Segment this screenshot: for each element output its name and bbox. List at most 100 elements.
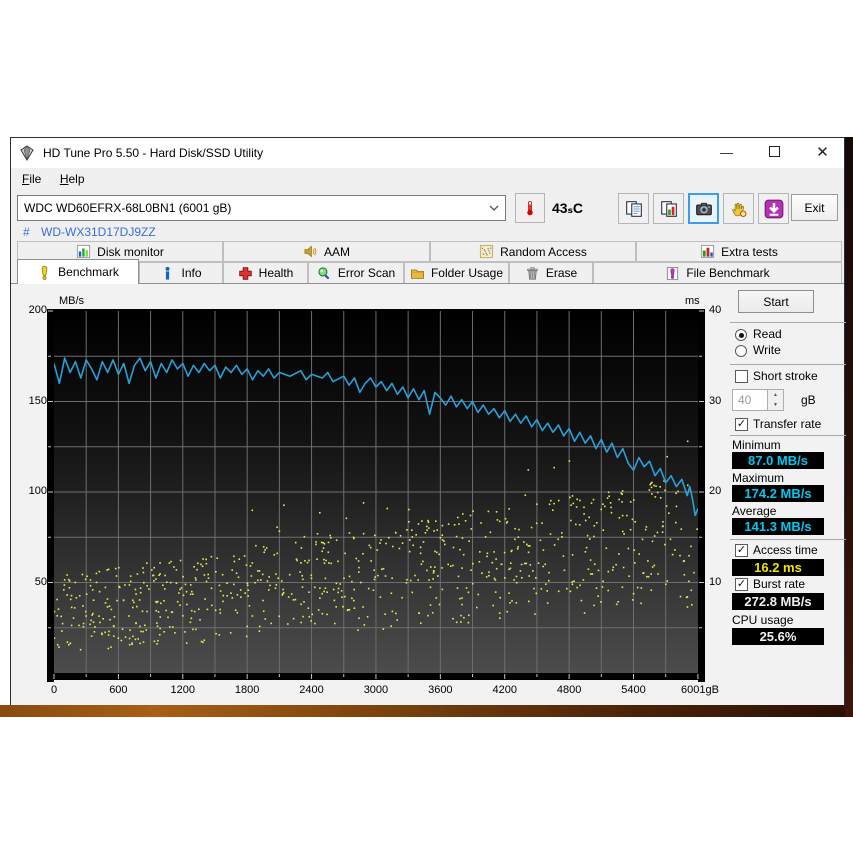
access-time-value: 16.2 ms — [732, 559, 824, 576]
window-title: HD Tune Pro 5.50 - Hard Disk/SSD Utility — [43, 146, 264, 160]
tab-benchmark[interactable]: Benchmark — [17, 259, 139, 284]
x-tick: 4200 — [492, 684, 517, 696]
folder-icon — [410, 266, 425, 281]
tab-folder-usage[interactable]: Folder Usage — [404, 262, 509, 284]
x-tick-end: 6001gB — [681, 684, 719, 696]
y-left-tick: 100 — [28, 485, 47, 497]
save-health-button[interactable] — [723, 193, 754, 224]
short-stroke-label[interactable]: Short stroke — [753, 369, 818, 383]
x-tick: 1200 — [170, 684, 195, 696]
drive-select-value: WDC WD60EFRX-68L0BN1 (6001 gB) — [24, 201, 232, 215]
temperature-button[interactable] — [515, 193, 545, 223]
benchmark-icon — [37, 265, 52, 280]
tab-health-label: Health — [258, 266, 294, 280]
y-right-tick: 30 — [709, 394, 722, 407]
tab-random-access-label: Random Access — [500, 244, 587, 259]
transfer-rate-checkbox[interactable] — [735, 418, 748, 431]
tab-aam-label: AAM — [323, 244, 350, 259]
tab-health[interactable]: Health — [223, 262, 308, 284]
tab-extra-tests-label: Extra tests — [721, 244, 778, 259]
screenshot-button[interactable] — [688, 193, 719, 224]
drive-serial[interactable]: WD-WX31D17DJ9ZZ — [41, 225, 156, 239]
y-right-unit: ms — [685, 295, 700, 307]
x-tick: 0 — [50, 684, 58, 696]
close-button[interactable]: ✕ — [807, 138, 838, 167]
tab-error-scan-label: Error Scan — [337, 266, 396, 280]
health-icon — [238, 266, 253, 281]
maximum-label: Maximum — [732, 471, 785, 485]
maximize-button[interactable] — [759, 138, 790, 167]
tab-aam[interactable]: AAM — [223, 241, 430, 262]
tab-extra-tests[interactable]: Extra tests — [636, 241, 842, 262]
speaker-icon — [303, 244, 318, 259]
write-radio[interactable] — [735, 345, 747, 357]
menu-file[interactable]: File — [15, 168, 48, 191]
read-radio[interactable] — [735, 329, 747, 341]
divider — [730, 539, 846, 540]
x-tick: 5400 — [621, 684, 646, 696]
extra-tests-icon — [700, 244, 715, 259]
stepper-down-icon[interactable]: ▼ — [768, 400, 783, 410]
tab-info[interactable]: Info — [139, 262, 223, 284]
tab-random-access[interactable]: Random Access — [430, 241, 636, 262]
menu-help-label: Help — [59, 172, 85, 186]
tab-info-label: Info — [181, 266, 202, 280]
update-button[interactable] — [758, 193, 789, 224]
thermometer-icon — [522, 200, 538, 216]
short-stroke-unit: gB — [801, 393, 816, 407]
app-logo-icon — [19, 145, 35, 161]
y-left-tick: 150 — [28, 394, 47, 407]
tab-file-benchmark[interactable]: File Benchmark — [593, 262, 842, 284]
write-radio-label[interactable]: Write — [753, 343, 781, 357]
access-time-checkbox[interactable] — [735, 544, 748, 557]
burst-rate-value: 272.8 MB/s — [732, 593, 824, 610]
hand-icon — [730, 200, 748, 218]
copy-image-button[interactable] — [653, 193, 684, 224]
cpu-usage-value: 25.6% — [732, 628, 824, 645]
short-stroke-size-stepper[interactable]: 40 ▲ ▼ — [732, 389, 784, 411]
start-button[interactable]: Start — [738, 290, 814, 313]
read-radio-label[interactable]: Read — [753, 327, 782, 341]
y-left-unit: MB/s — [59, 295, 85, 307]
copy-image-icon — [660, 200, 678, 218]
minimum-label: Minimum — [732, 438, 781, 452]
x-tick: 3600 — [428, 684, 453, 696]
minimize-button[interactable]: — — [711, 138, 742, 167]
average-label: Average — [732, 504, 777, 518]
camera-icon — [695, 200, 713, 218]
divider — [730, 322, 846, 323]
erase-icon — [525, 266, 540, 281]
burst-rate-checkbox[interactable] — [735, 578, 748, 591]
tab-erase[interactable]: Erase — [509, 262, 593, 284]
divider — [730, 435, 846, 436]
y-right-tick: 10 — [709, 575, 722, 588]
stepper-up-icon[interactable]: ▲ — [768, 390, 783, 400]
stepper-arrows[interactable]: ▲ ▼ — [767, 390, 783, 410]
divider — [730, 364, 846, 365]
cpu-usage-label: CPU usage — [732, 613, 794, 627]
copy-text-button[interactable] — [618, 193, 649, 224]
transfer-rate-label[interactable]: Transfer rate — [753, 417, 821, 431]
tab-error-scan[interactable]: Error Scan — [308, 262, 404, 284]
chevron-down-icon — [489, 205, 499, 211]
title-bar: HD Tune Pro 5.50 - Hard Disk/SSD Utility… — [11, 138, 844, 168]
random-access-icon — [479, 244, 494, 259]
menu-help[interactable]: Help — [53, 168, 92, 191]
y-left-tick: 50 — [34, 575, 47, 588]
short-stroke-checkbox[interactable] — [735, 370, 748, 383]
drive-select[interactable]: WDC WD60EFRX-68L0BN1 (6001 gB) — [17, 195, 506, 221]
tab-benchmark-label: Benchmark — [58, 265, 119, 279]
x-tick: 2400 — [299, 684, 324, 696]
exit-button[interactable]: Exit — [791, 194, 838, 221]
access-time-label[interactable]: Access time — [753, 543, 818, 557]
desktop: HD Tune Pro 5.50 - Hard Disk/SSD Utility… — [0, 0, 853, 853]
tab-file-benchmark-label: File Benchmark — [686, 266, 770, 280]
error-scan-icon — [317, 266, 332, 281]
tab-folder-usage-label: Folder Usage — [430, 266, 504, 280]
x-tick: 4800 — [556, 684, 582, 696]
info-icon — [160, 266, 175, 281]
tab-disk-monitor-label: Disk monitor — [97, 244, 164, 259]
burst-rate-label[interactable]: Burst rate — [753, 577, 805, 591]
menu-file-label: File — [22, 172, 42, 186]
y-right-tick: 40 — [709, 304, 722, 316]
